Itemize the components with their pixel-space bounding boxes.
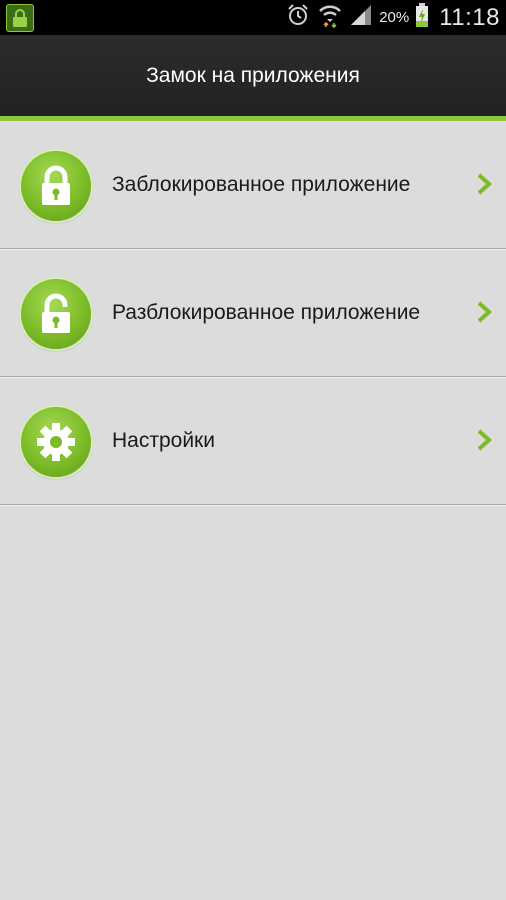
chevron-right-icon [476, 429, 492, 456]
app-lock-notification-icon [6, 4, 34, 32]
page-title: Замок на приложения [146, 63, 360, 87]
menu-item-locked-apps[interactable]: Заблокированное приложение [0, 121, 506, 249]
battery-charging-icon [415, 2, 429, 33]
battery-percent: 20% [379, 9, 410, 26]
menu-item-label: Разблокированное приложение [112, 300, 421, 324]
clock: 11:18 [439, 3, 500, 31]
locked-padlock-icon [21, 151, 91, 221]
unlocked-padlock-icon [21, 279, 91, 349]
wifi-icon [317, 2, 343, 33]
action-bar: Замок на приложения [0, 35, 506, 116]
chevron-right-icon [476, 173, 492, 200]
status-bar: 20% 11:18 [0, 0, 506, 35]
settings-gear-icon [21, 407, 91, 477]
alarm-icon [285, 2, 311, 33]
menu-item-label: Заблокированное приложение [112, 172, 411, 196]
menu-item-unlocked-apps[interactable]: Разблокированное приложение [0, 249, 506, 377]
chevron-right-icon [476, 301, 492, 328]
menu-item-label: Настройки [112, 428, 215, 452]
status-icons: 20% 11:18 [285, 0, 500, 35]
main-menu: Заблокированное приложение Разблокирован… [0, 121, 506, 505]
menu-item-settings[interactable]: Настройки [0, 377, 506, 505]
signal-icon [349, 3, 373, 32]
